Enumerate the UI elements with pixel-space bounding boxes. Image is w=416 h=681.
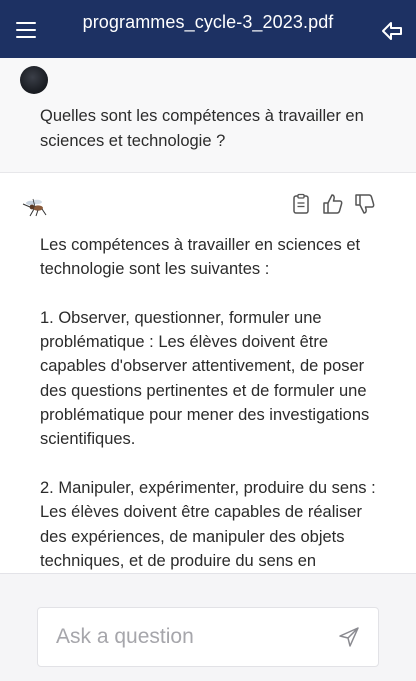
assistant-answer-text: Les compétences à travailler en sciences… <box>40 236 376 570</box>
user-message: Quelles sont les compétences à travaille… <box>0 58 416 173</box>
avatar <box>20 66 48 94</box>
message-actions <box>290 193 376 215</box>
clipboard-icon[interactable] <box>290 193 312 215</box>
question-input[interactable] <box>54 608 328 666</box>
hamburger-menu-icon[interactable] <box>16 22 36 38</box>
thumbs-down-icon[interactable] <box>354 193 376 215</box>
composer-bar <box>0 573 416 681</box>
user-question-text: Quelles sont les compétences à travaille… <box>40 107 364 150</box>
thumbs-up-icon[interactable] <box>322 193 344 215</box>
document-title: programmes_cycle-3_2023.pdf <box>82 12 334 32</box>
back-arrow-icon[interactable] <box>380 20 404 42</box>
assistant-message: Les compétences à travailler en sciences… <box>0 173 416 573</box>
mosquito-icon <box>22 195 48 217</box>
send-icon[interactable] <box>338 626 360 648</box>
top-bar: programmes_cycle-3_2023.pdf <box>0 0 416 58</box>
question-input-box <box>37 607 379 667</box>
